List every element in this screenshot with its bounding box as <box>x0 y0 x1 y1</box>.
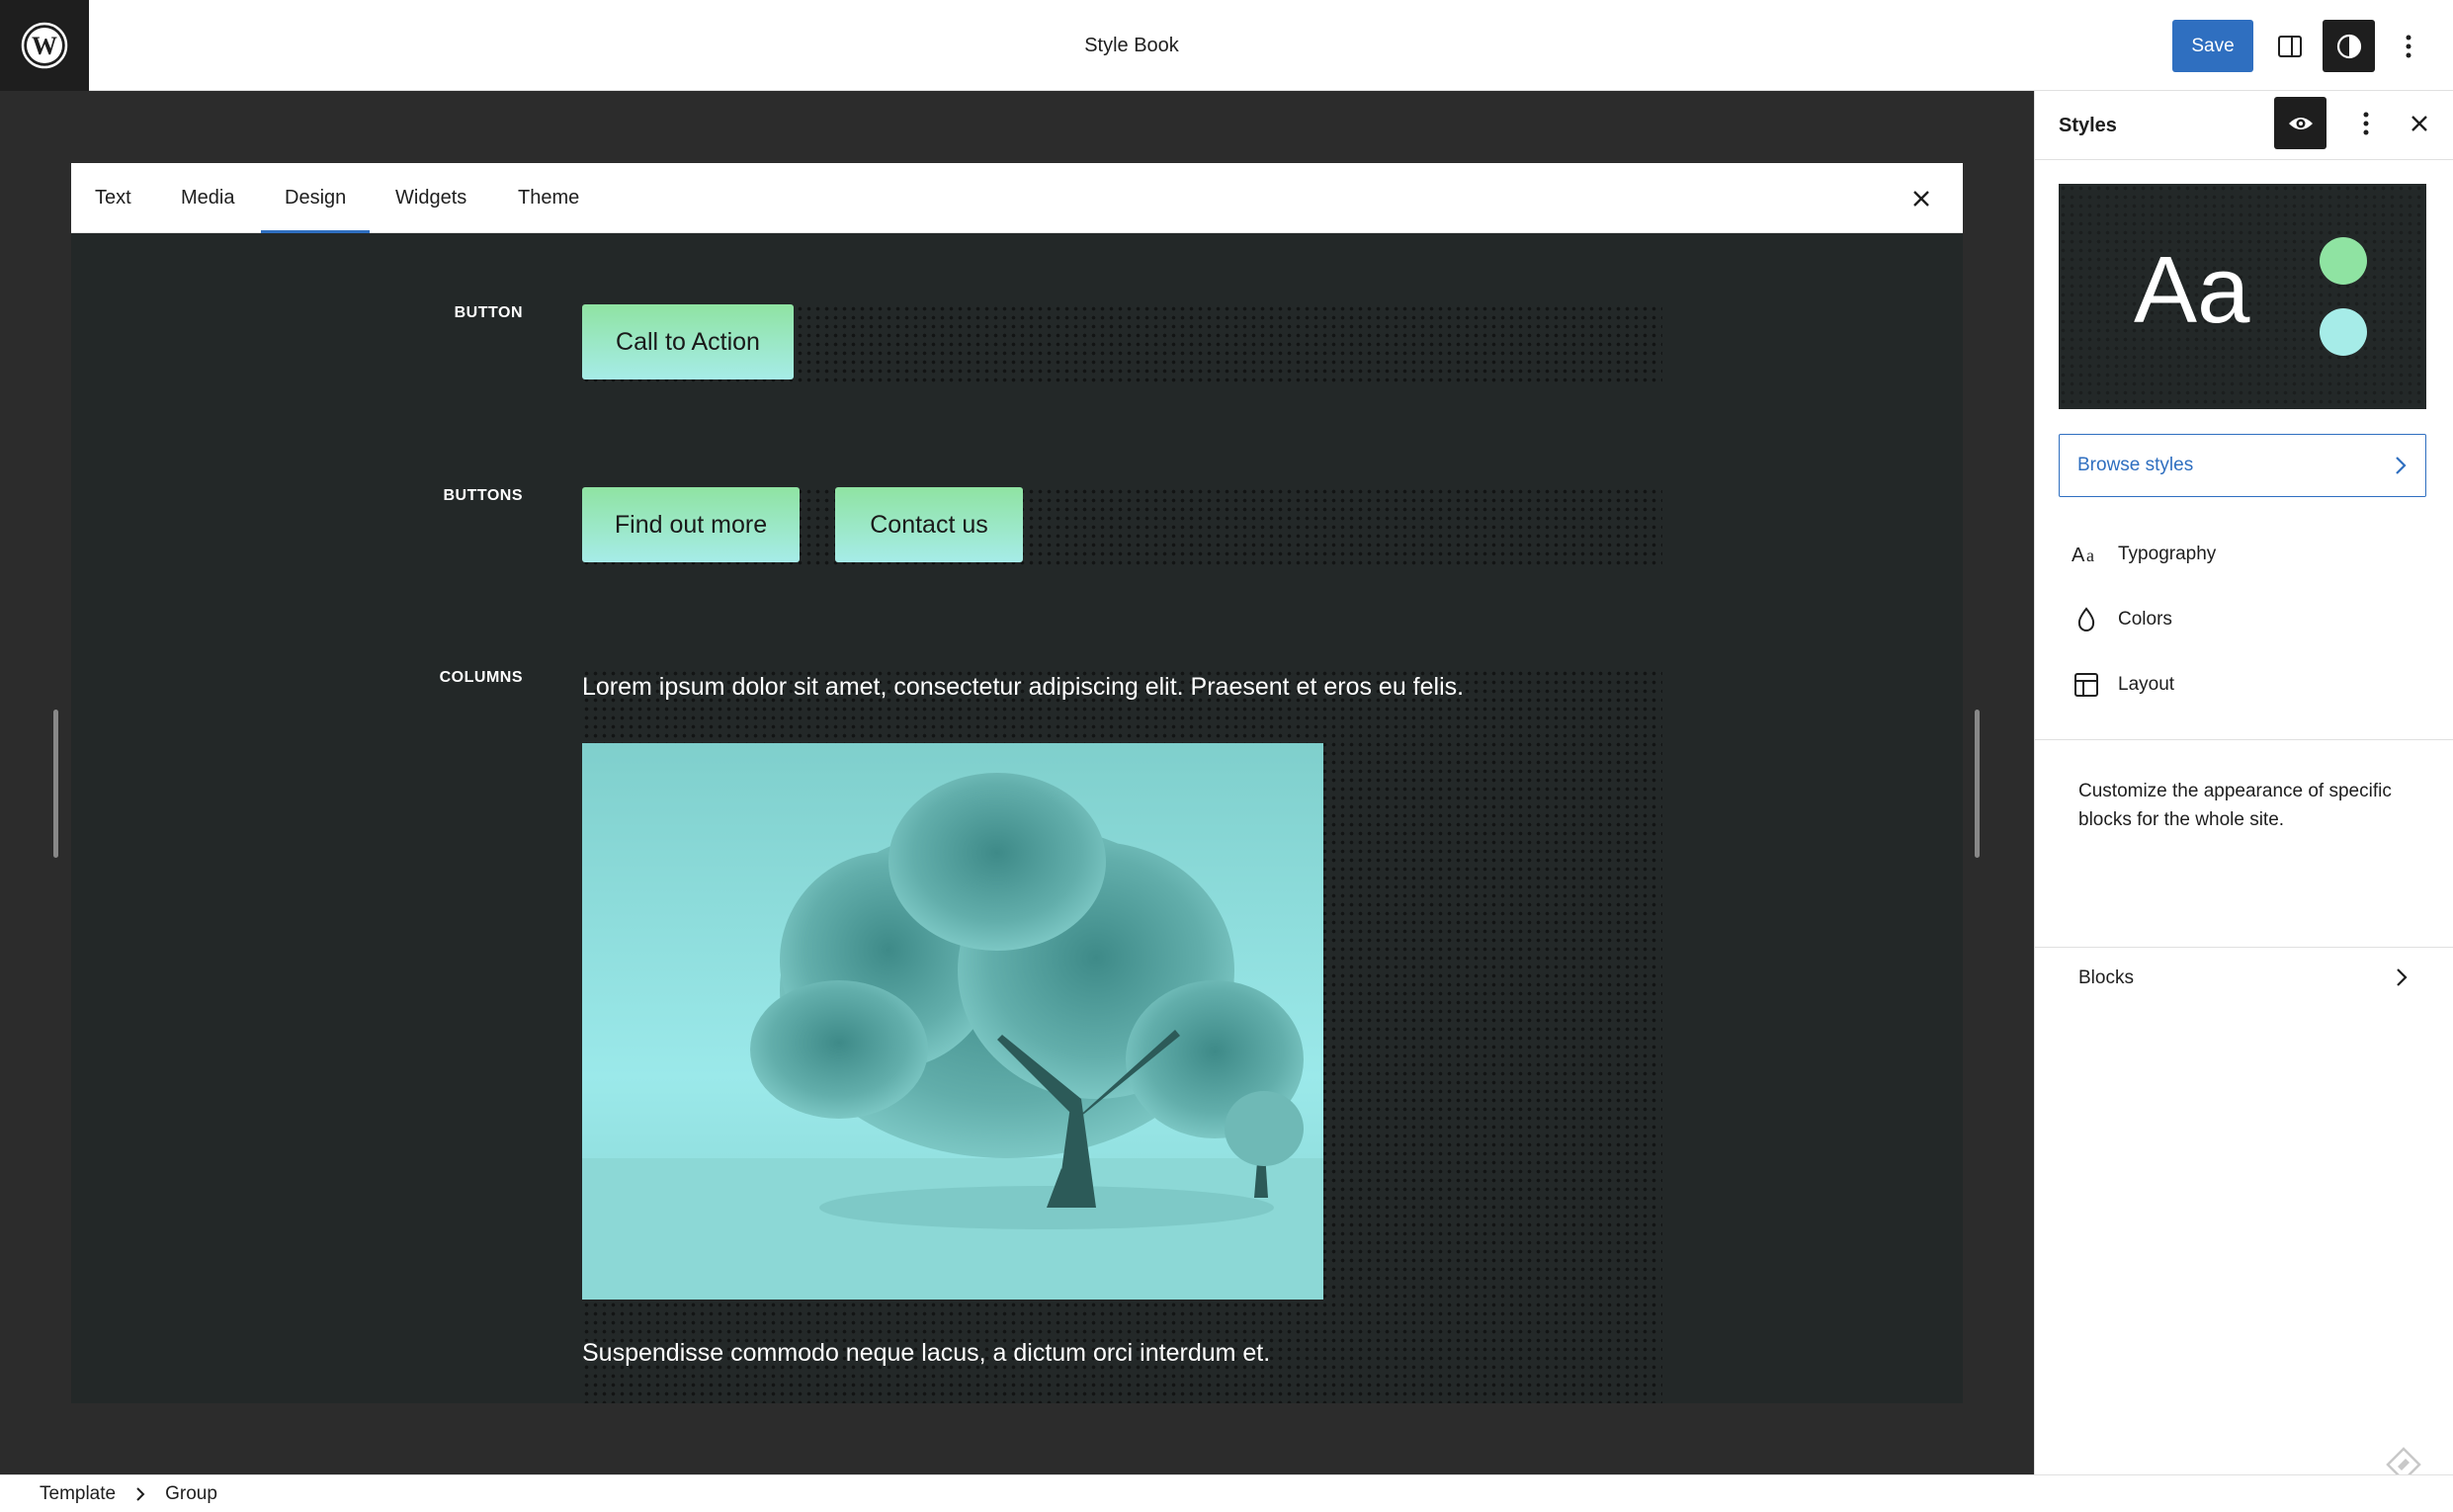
styles-panel-header: Styles <box>2035 91 2453 160</box>
nav-item-layout[interactable]: Layout <box>2059 655 2426 714</box>
browse-styles-button[interactable]: Browse styles <box>2059 434 2426 497</box>
nav-item-label: Typography <box>2118 544 2217 564</box>
resize-handle-left[interactable] <box>53 710 58 858</box>
style-preview[interactable]: Aa <box>2059 184 2426 409</box>
close-icon[interactable] <box>1903 181 1939 216</box>
row-label-buttons: BUTTONS <box>443 487 523 504</box>
tab-theme[interactable]: Theme <box>494 163 603 233</box>
close-icon[interactable] <box>2393 97 2445 149</box>
columns-paragraph-1: Lorem ipsum dolor sit amet, consectetur … <box>582 673 1465 701</box>
typography-icon: Aa <box>2067 535 2106 574</box>
preview-typography-sample: Aa <box>2134 237 2250 343</box>
breadcrumb-item-template[interactable]: Template <box>40 1483 116 1505</box>
sidebar-toggle-icon[interactable] <box>2263 20 2316 72</box>
panel-title: Styles <box>2059 115 2117 136</box>
divider <box>2035 739 2453 740</box>
nav-item-typography[interactable]: Aa Typography <box>2059 525 2426 584</box>
save-button[interactable]: Save <box>2172 20 2253 72</box>
breadcrumb-item-group[interactable]: Group <box>165 1483 217 1505</box>
blocks-description: Customize the appearance of specific blo… <box>2078 781 2392 830</box>
columns-paragraph-2: Suspendisse commodo neque lacus, a dictu… <box>582 1339 1271 1367</box>
document-title[interactable]: Style Book <box>0 0 2263 91</box>
tab-widgets[interactable]: Widgets <box>372 163 490 233</box>
nav-item-label: Colors <box>2118 609 2172 630</box>
style-book-tabs: Text Media Design Widgets Theme <box>71 163 1963 233</box>
preview-color-dot <box>2320 308 2367 356</box>
row-label-columns: COLUMNS <box>439 669 523 686</box>
tree-image[interactable] <box>582 743 1323 1300</box>
svg-text:A: A <box>2072 545 2085 565</box>
chevron-right-icon <box>2394 455 2408 482</box>
divider <box>2035 947 2453 948</box>
styles-sidebar: Styles Aa Browse styles Aa Typography Co… <box>2034 91 2453 1474</box>
tab-media[interactable]: Media <box>157 163 258 233</box>
chevron-right-icon <box>2395 966 2409 994</box>
nav-item-label: Layout <box>2118 674 2175 695</box>
call-to-action-button[interactable]: Call to Action <box>582 304 794 379</box>
resize-handle-right[interactable] <box>1975 710 1980 858</box>
svg-text:a: a <box>2086 546 2094 565</box>
styles-contrast-icon[interactable] <box>2323 20 2375 72</box>
breadcrumb: Template Group <box>0 1474 2453 1512</box>
more-options-icon[interactable] <box>2339 97 2392 149</box>
style-book: Text Media Design Widgets Theme BUTTON C… <box>71 163 1963 1403</box>
row-label-button: BUTTON <box>454 304 523 321</box>
preview-color-dot <box>2320 237 2367 285</box>
tab-design[interactable]: Design <box>261 163 371 233</box>
nav-item-colors[interactable]: Colors <box>2059 590 2426 649</box>
chevron-right-icon <box>135 1486 145 1502</box>
eye-icon[interactable] <box>2274 97 2326 149</box>
more-options-icon[interactable] <box>2382 20 2434 72</box>
tab-text[interactable]: Text <box>71 163 155 233</box>
layout-icon <box>2067 665 2106 705</box>
find-out-more-button[interactable]: Find out more <box>582 487 800 562</box>
browse-styles-label: Browse styles <box>2077 455 2194 475</box>
droplet-icon <box>2067 600 2106 639</box>
blocks-nav-item[interactable]: Blocks <box>2059 951 2426 1006</box>
blocks-label: Blocks <box>2078 967 2134 988</box>
contact-us-button[interactable]: Contact us <box>835 487 1023 562</box>
top-toolbar: W Style Book Save <box>0 0 2453 91</box>
